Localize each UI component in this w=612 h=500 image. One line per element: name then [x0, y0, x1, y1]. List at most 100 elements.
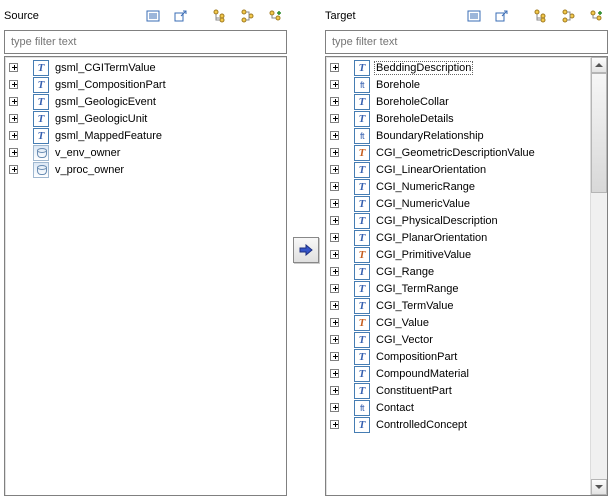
expander-icon[interactable]	[330, 267, 339, 276]
expander-icon[interactable]	[330, 403, 339, 412]
tree-joint	[21, 161, 31, 178]
tree-item[interactable]: TBoreholeDetails	[326, 110, 590, 127]
expander-icon[interactable]	[330, 352, 339, 361]
tree-item[interactable]: TCGI_NumericRange	[326, 178, 590, 195]
tree-joint	[342, 178, 352, 195]
expander-icon[interactable]	[330, 182, 339, 191]
tree-joint	[342, 144, 352, 161]
tree-item[interactable]: TBeddingDescription	[326, 59, 590, 76]
target-scrollbar[interactable]	[590, 57, 607, 495]
tree-add-button[interactable]	[584, 4, 608, 28]
source-filter[interactable]	[4, 30, 287, 54]
tree-item[interactable]: ftBorehole	[326, 76, 590, 93]
tree-joint	[342, 331, 352, 348]
source-filter-input[interactable]	[5, 34, 286, 50]
list-icon	[467, 9, 481, 23]
tree-joint	[342, 59, 352, 76]
expander-icon[interactable]	[330, 199, 339, 208]
tree-joint	[342, 416, 352, 433]
expander-icon[interactable]	[9, 63, 18, 72]
expander-icon[interactable]	[330, 148, 339, 157]
tree-item[interactable]: TCompoundMaterial	[326, 365, 590, 382]
tree-item[interactable]: ftBoundaryRelationship	[326, 127, 590, 144]
tree-item[interactable]: Tgsml_GeologicEvent	[5, 93, 286, 110]
expander-icon[interactable]	[330, 216, 339, 225]
tree-item[interactable]: TConstituentPart	[326, 382, 590, 399]
feature-type-icon: ft	[354, 77, 370, 93]
type-icon: T	[354, 383, 370, 399]
tree-item[interactable]: TCGI_LinearOrientation	[326, 161, 590, 178]
type-icon: T	[354, 196, 370, 212]
expander-icon[interactable]	[330, 284, 339, 293]
scroll-up-button[interactable]	[591, 57, 607, 73]
tree-item[interactable]: Tgsml_CompositionPart	[5, 76, 286, 93]
list-view-button[interactable]	[141, 4, 165, 28]
target-tree[interactable]: TBeddingDescriptionftBoreholeTBoreholeCo…	[326, 57, 590, 495]
list-view-button[interactable]	[462, 4, 486, 28]
tree-item[interactable]: ftContact	[326, 399, 590, 416]
tree-item[interactable]: TBoreholeCollar	[326, 93, 590, 110]
tree-item[interactable]: TCGI_TermValue	[326, 297, 590, 314]
open-link-button[interactable]	[490, 4, 514, 28]
tree-compact-button[interactable]	[235, 4, 259, 28]
tree-item[interactable]: Tgsml_GeologicUnit	[5, 110, 286, 127]
expander-icon[interactable]	[9, 165, 18, 174]
tree-item[interactable]: Tgsml_CGITermValue	[5, 59, 286, 76]
tree-item[interactable]: TCGI_PhysicalDescription	[326, 212, 590, 229]
expander-icon[interactable]	[330, 335, 339, 344]
tree-item[interactable]: v_proc_owner	[5, 161, 286, 178]
tree-item[interactable]: TCGI_TermRange	[326, 280, 590, 297]
tree-compact-icon	[240, 9, 254, 23]
expander-icon[interactable]	[330, 386, 339, 395]
map-button[interactable]	[293, 237, 319, 263]
expander-icon[interactable]	[330, 165, 339, 174]
expander-icon[interactable]	[330, 63, 339, 72]
tree-item[interactable]: TCGI_PlanarOrientation	[326, 229, 590, 246]
expander-icon[interactable]	[330, 131, 339, 140]
tree-item[interactable]: TCGI_Range	[326, 263, 590, 280]
tree-item[interactable]: TCGI_Vector	[326, 331, 590, 348]
expander-icon[interactable]	[330, 80, 339, 89]
expander-icon[interactable]	[330, 420, 339, 429]
tree-item[interactable]: TCGI_PrimitiveValue	[326, 246, 590, 263]
tree-item[interactable]: Tgsml_MappedFeature	[5, 127, 286, 144]
tree-add-button[interactable]	[263, 4, 287, 28]
target-filter[interactable]	[325, 30, 608, 54]
tree-item-label: CGI_Value	[374, 316, 431, 330]
tree-item[interactable]: v_env_owner	[5, 144, 286, 161]
expander-icon[interactable]	[9, 114, 18, 123]
expander-icon[interactable]	[330, 369, 339, 378]
tree-item[interactable]: TControlledConcept	[326, 416, 590, 433]
expander-icon[interactable]	[330, 301, 339, 310]
expander-icon[interactable]	[330, 250, 339, 259]
scroll-thumb[interactable]	[591, 73, 607, 193]
expander-icon[interactable]	[9, 131, 18, 140]
source-tree[interactable]: Tgsml_CGITermValueTgsml_CompositionPartT…	[5, 57, 286, 495]
arrow-out-icon	[174, 9, 188, 23]
expander-icon[interactable]	[9, 97, 18, 106]
scroll-track[interactable]	[591, 193, 607, 479]
tree-joint	[342, 93, 352, 110]
tree-joint	[342, 76, 352, 93]
tree-item[interactable]: TCGI_NumericValue	[326, 195, 590, 212]
tree-item[interactable]: TCompositionPart	[326, 348, 590, 365]
type-icon: T	[354, 298, 370, 314]
tree-view-button[interactable]	[207, 4, 231, 28]
tree-view-button[interactable]	[528, 4, 552, 28]
scroll-down-button[interactable]	[591, 479, 607, 495]
expander-icon[interactable]	[9, 80, 18, 89]
tree-item-label: gsml_MappedFeature	[53, 129, 164, 143]
tree-compact-button[interactable]	[556, 4, 580, 28]
expander-icon[interactable]	[330, 97, 339, 106]
target-toolbar	[462, 4, 608, 28]
expander-icon[interactable]	[330, 114, 339, 123]
tree-item-label: BoundaryRelationship	[374, 129, 486, 143]
target-filter-input[interactable]	[326, 34, 607, 50]
expander-icon[interactable]	[9, 148, 18, 157]
expander-icon[interactable]	[330, 233, 339, 242]
tree-item[interactable]: TCGI_GeometricDescriptionValue	[326, 144, 590, 161]
tree-item[interactable]: TCGI_Value	[326, 314, 590, 331]
open-link-button[interactable]	[169, 4, 193, 28]
tree-item-label: gsml_GeologicUnit	[53, 112, 149, 126]
expander-icon[interactable]	[330, 318, 339, 327]
